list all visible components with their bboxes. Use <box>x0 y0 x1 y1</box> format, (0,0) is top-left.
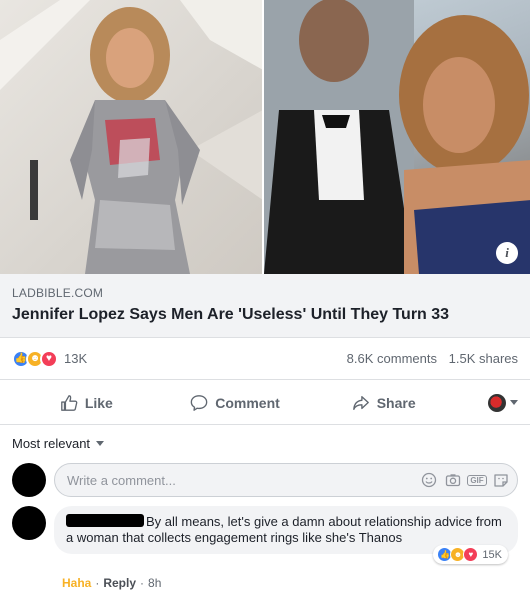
emoji-icon[interactable] <box>421 472 437 488</box>
comment-sort-label: Most relevant <box>12 436 91 451</box>
info-icon[interactable]: i <box>496 242 518 264</box>
photo-left-figure <box>0 0 262 274</box>
comments-count[interactable]: 8.6K comments <box>347 351 437 366</box>
separator-dot: · <box>95 576 100 590</box>
comment-input-box[interactable]: GIF <box>54 463 518 497</box>
shares-count[interactable]: 1.5K shares <box>449 351 518 366</box>
share-icon <box>352 395 369 410</box>
comment-label: Comment <box>215 394 280 411</box>
post-stats: 👍 ☻ ♥ 13K 8.6K comments 1.5K shares <box>0 338 530 380</box>
photo-right[interactable]: i <box>264 0 530 274</box>
comment-composer: GIF <box>12 460 518 500</box>
thumbs-up-icon <box>60 394 78 411</box>
love-reaction-icon: ♥ <box>463 547 479 562</box>
user-avatar[interactable] <box>12 463 46 497</box>
reaction-avatar-dropdown[interactable] <box>458 393 519 412</box>
avatar <box>488 393 507 412</box>
composer-icons: GIF <box>421 472 509 488</box>
comment-reply-button[interactable]: Reply <box>103 576 136 590</box>
post-images[interactable]: i <box>0 0 530 274</box>
comment-bubble: By all means, let's give a damn about re… <box>54 506 518 564</box>
photo-right-figure <box>264 0 530 274</box>
share-label: Share <box>376 394 416 411</box>
comment-text-wrap: By all means, let's give a damn about re… <box>66 514 506 546</box>
like-label: Like <box>84 394 113 411</box>
chevron-down-icon <box>96 441 105 446</box>
share-button[interactable]: Share <box>309 394 458 412</box>
facebook-post: i LADBIBLE.COM Jennifer Lopez Says Men A… <box>0 0 530 600</box>
comments-shares: 8.6K comments 1.5K shares <box>347 351 518 366</box>
comment-sort-dropdown[interactable]: Most relevant <box>12 436 105 451</box>
reactions-count: 13K <box>64 351 88 366</box>
photo-left[interactable] <box>0 0 262 274</box>
comment-time[interactable]: 8h <box>148 576 161 590</box>
post-actions: Like Comment Share <box>0 381 530 425</box>
redacted-commenter-name[interactable] <box>66 514 144 527</box>
comment-button[interactable]: Comment <box>161 394 310 412</box>
sticker-icon[interactable] <box>493 472 509 488</box>
comment-actions: Haha · Reply · 8h <box>62 576 161 590</box>
chevron-down-icon <box>510 400 519 405</box>
link-title[interactable]: Jennifer Lopez Says Men Are 'Useless' Un… <box>12 306 518 324</box>
separator-dot: · <box>140 576 145 590</box>
gif-icon[interactable]: GIF <box>467 472 487 488</box>
link-source: LADBIBLE.COM <box>12 286 104 300</box>
comment-input[interactable] <box>67 472 421 488</box>
comment-haha-button[interactable]: Haha <box>62 576 91 590</box>
comment-icon <box>190 394 208 411</box>
comment-item: By all means, let's give a damn about re… <box>12 506 518 564</box>
camera-icon[interactable] <box>445 472 461 488</box>
commenter-avatar[interactable] <box>12 506 46 540</box>
love-reaction-icon: ♥ <box>40 349 58 368</box>
comment-reaction-count: 15K <box>482 548 502 561</box>
reactions-summary[interactable]: 👍 ☻ ♥ 13K <box>12 349 88 368</box>
link-preview[interactable]: LADBIBLE.COM Jennifer Lopez Says Men Are… <box>0 274 530 338</box>
comment-reactions[interactable]: 👍 ☻ ♥ 15K <box>433 545 508 564</box>
like-button[interactable]: Like <box>12 394 161 412</box>
